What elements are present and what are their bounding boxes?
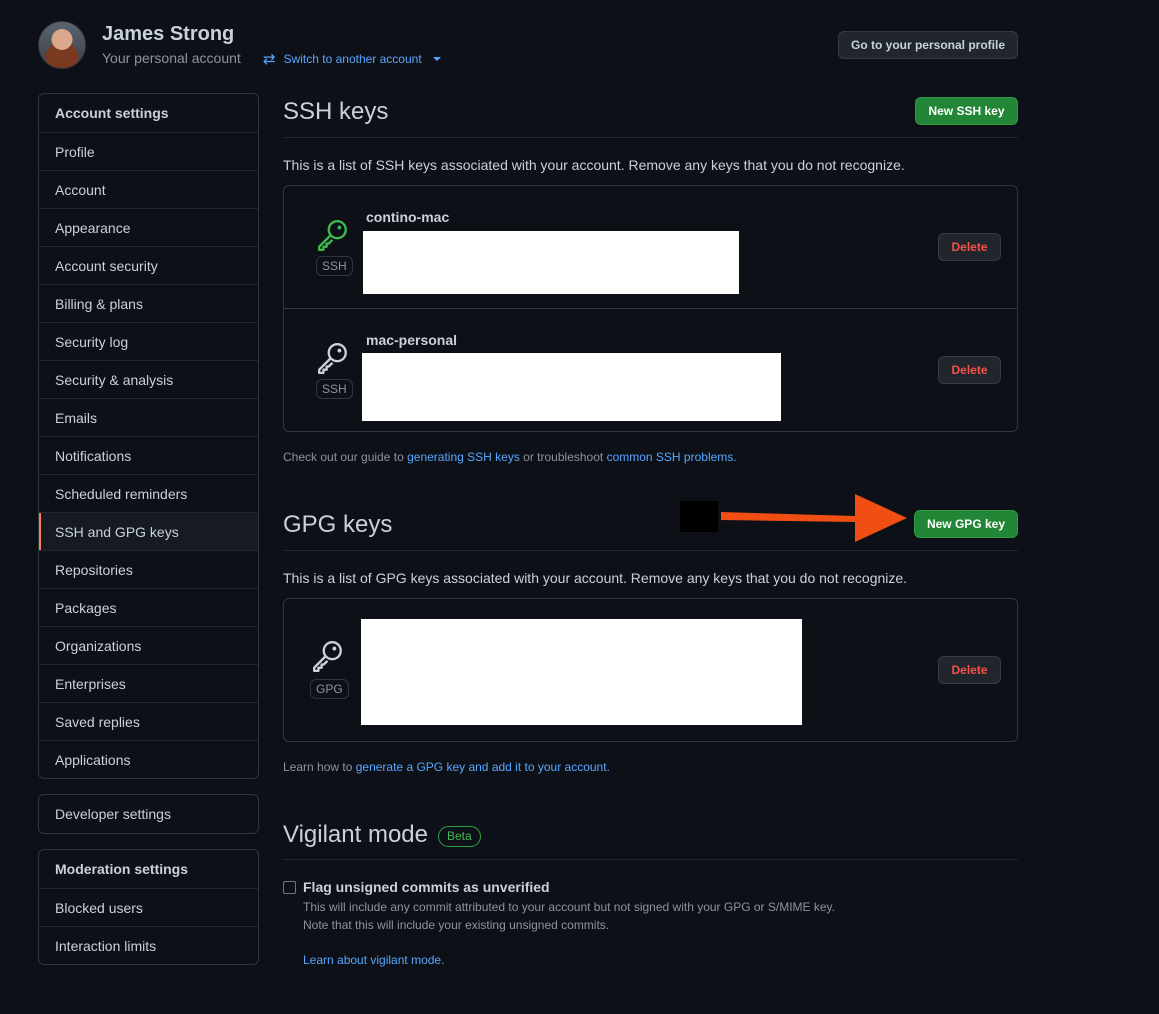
redacted-key-details <box>361 619 802 725</box>
sidebar-item-enterprises[interactable]: Enterprises <box>39 664 258 702</box>
ssh-key-name: mac-personal <box>366 332 458 348</box>
ssh-help-prefix: Check out our guide to <box>283 450 404 464</box>
common-ssh-problems-label: common SSH problems <box>606 450 734 464</box>
ssh-keys-title: SSH keys <box>283 98 389 125</box>
ssh-help-suffix: . <box>733 450 737 464</box>
ssh-type-badge: SSH <box>316 256 353 276</box>
sidebar-item-security-analysis[interactable]: Security & analysis <box>39 360 258 398</box>
redacted-key-details <box>362 353 781 421</box>
sidebar-item-appearance[interactable]: Appearance <box>39 208 258 246</box>
flag-unsigned-commits-checkbox[interactable] <box>283 881 296 894</box>
learn-vigilant-mode-link[interactable]: Learn about vigilant mode. <box>303 953 444 967</box>
ssh-key-list: SSH contino-mac Delete SSH mac-personal … <box>283 185 1018 432</box>
switch-account-label: Switch to another account <box>283 52 422 66</box>
sidebar-item-ssh-gpg-keys[interactable]: SSH and GPG keys <box>39 512 258 550</box>
sidebar-item-scheduled-reminders[interactable]: Scheduled reminders <box>39 474 258 512</box>
switch-account-link[interactable]: ⇄ Switch to another account <box>263 50 441 68</box>
ssh-help-middle: or troubleshoot <box>523 450 604 464</box>
gpg-help-prefix: Learn how to <box>283 760 353 774</box>
user-name: James Strong <box>102 23 235 45</box>
sidebar-item-repositories[interactable]: Repositories <box>39 550 258 588</box>
key-icon <box>318 343 347 375</box>
account-settings-nav: Account settings Profile Account Appeara… <box>38 93 259 779</box>
go-to-profile-button[interactable]: Go to your personal profile <box>838 31 1018 59</box>
vigilant-divider <box>283 859 1018 860</box>
ssh-type-badge: SSH <box>316 379 353 399</box>
ssh-description: This is a list of SSH keys associated wi… <box>283 157 905 173</box>
ssh-key-name: contino-mac <box>366 209 450 225</box>
gpg-type-badge: GPG <box>310 679 349 699</box>
nav-heading-account-settings: Account settings <box>55 105 169 121</box>
key-icon <box>313 641 342 673</box>
generate-gpg-key-link[interactable]: generate a GPG key and add it to your ac… <box>356 760 610 774</box>
arrow-switch-icon: ⇄ <box>263 51 276 68</box>
developer-settings-nav: Developer settings <box>38 794 259 834</box>
sidebar-item-organizations[interactable]: Organizations <box>39 626 258 664</box>
avatar[interactable] <box>38 21 86 69</box>
delete-gpg-key-button[interactable]: Delete <box>938 656 1001 684</box>
beta-badge: Beta <box>438 826 481 847</box>
sidebar-item-notifications[interactable]: Notifications <box>39 436 258 474</box>
caret-down-icon <box>432 57 441 61</box>
nav-heading-moderation: Moderation settings <box>55 861 189 877</box>
vigilant-note-line2: Note that this will include your existin… <box>303 918 610 932</box>
sidebar-item-emails[interactable]: Emails <box>39 398 258 436</box>
vigilant-note-line1: This will include any commit attributed … <box>303 900 836 914</box>
gpg-keys-title: GPG keys <box>283 511 393 538</box>
sidebar-item-account-security[interactable]: Account security <box>39 246 258 284</box>
moderation-settings-nav: Moderation settings Blocked users Intera… <box>38 849 259 965</box>
gpg-key-row: GPG Delete <box>284 599 1017 742</box>
account-type: Your personal account <box>102 50 241 66</box>
flag-unsigned-commits-label[interactable]: Flag unsigned commits as unverified <box>303 879 550 895</box>
ssh-help-text: Check out our guide to generating SSH ke… <box>283 450 737 464</box>
vigilant-mode-title: Vigilant mode <box>283 821 428 848</box>
sidebar-item-applications[interactable]: Applications <box>39 740 258 778</box>
sidebar-item-billing[interactable]: Billing & plans <box>39 284 258 322</box>
sidebar-item-saved-replies[interactable]: Saved replies <box>39 702 258 740</box>
gpg-help-text: Learn how to generate a GPG key and add … <box>283 760 610 774</box>
redacted-key-details <box>363 231 739 294</box>
generating-ssh-keys-link[interactable]: generating SSH keys <box>407 450 520 464</box>
sidebar-item-packages[interactable]: Packages <box>39 588 258 626</box>
key-icon <box>318 220 347 252</box>
sidebar-item-account[interactable]: Account <box>39 170 258 208</box>
sidebar-item-blocked-users[interactable]: Blocked users <box>39 888 258 926</box>
generate-gpg-key-label: generate a GPG key and add it to your ac… <box>355 760 607 774</box>
common-ssh-problems-link[interactable]: common SSH problems. <box>607 450 737 464</box>
ssh-divider <box>283 137 1018 138</box>
new-gpg-key-button[interactable]: New GPG key <box>914 510 1018 538</box>
sidebar-item-profile[interactable]: Profile <box>39 132 258 170</box>
gpg-key-list: GPG Delete <box>283 598 1018 742</box>
sidebar-item-developer-settings[interactable]: Developer settings <box>39 795 258 833</box>
delete-ssh-key-button[interactable]: Delete <box>938 356 1001 384</box>
arrow-right-annotation <box>721 494 907 542</box>
delete-ssh-key-button[interactable]: Delete <box>938 233 1001 261</box>
sidebar-item-security-log[interactable]: Security log <box>39 322 258 360</box>
ssh-key-row: SSH mac-personal Delete <box>284 309 1017 432</box>
gpg-description: This is a list of GPG keys associated wi… <box>283 570 908 586</box>
new-ssh-key-button[interactable]: New SSH key <box>915 97 1018 125</box>
ssh-key-row: SSH contino-mac Delete <box>284 186 1017 309</box>
gpg-help-suffix: . <box>606 760 610 774</box>
sidebar-item-interaction-limits[interactable]: Interaction limits <box>39 926 258 964</box>
gpg-divider <box>283 550 1018 551</box>
redaction-box <box>680 501 718 532</box>
